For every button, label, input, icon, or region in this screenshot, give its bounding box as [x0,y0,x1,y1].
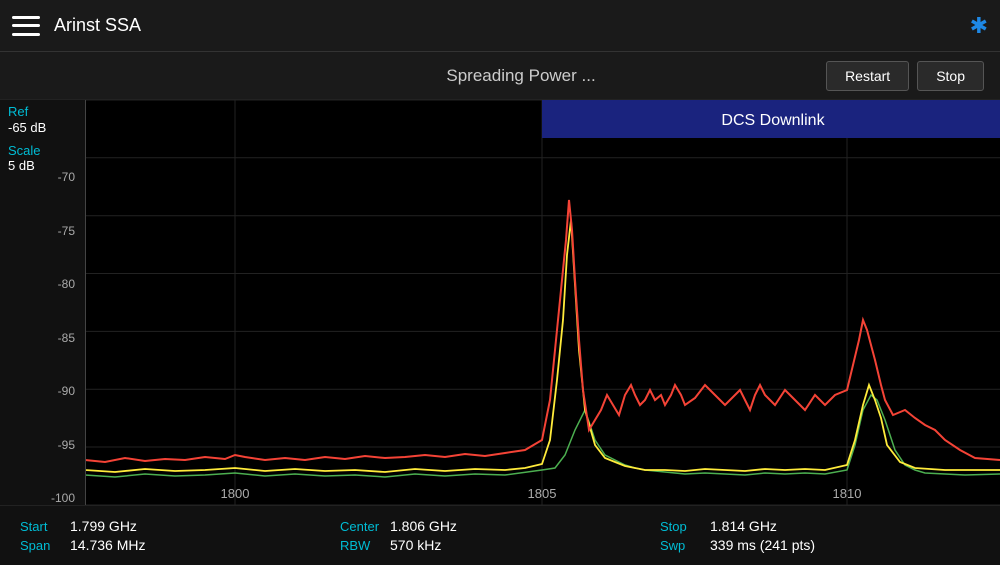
swp-val: 339 ms (241 pts) [710,537,815,553]
rbw-key: RBW [340,538,382,553]
stop-val: 1.814 GHz [710,518,777,534]
restart-button[interactable]: Restart [826,61,909,91]
y-axis-labels: Ref -65 dB Scale 5 dB -70 -75 -80 -85 -9… [0,100,85,505]
swp-key: Swp [660,538,702,553]
main-area: Ref -65 dB Scale 5 dB -70 -75 -80 -85 -9… [0,100,1000,505]
db-tick-100: -100 [0,491,81,505]
x-label-1800: 1800 [221,486,250,501]
chart-container: DCS Downlink 1800 1805 1810 [85,100,1000,505]
start-key: Start [20,519,62,534]
db-tick-90: -90 [0,384,81,398]
db-tick-70: -70 [0,170,81,184]
start-group: Start 1.799 GHz Span 14.736 MHz [20,518,340,553]
stop-group: Stop 1.814 GHz Swp 339 ms (241 pts) [660,518,980,553]
app-title: Arinst SSA [54,15,970,36]
db-tick-95: -95 [0,438,81,452]
header: Arinst SSA ✱ [0,0,1000,52]
stop-key: Stop [660,519,702,534]
span-val: 14.736 MHz [70,537,145,553]
band-label: DCS Downlink [721,112,825,129]
toolbar-title: Spreading Power ... [216,66,826,86]
ref-value: -65 dB [0,120,85,135]
menu-icon[interactable] [12,16,40,36]
chart-svg: DCS Downlink 1800 1805 1810 [85,100,1000,505]
toolbar-buttons: Restart Stop [826,61,984,91]
ref-label: Ref [0,100,85,120]
db-tick-85: -85 [0,331,81,345]
bluetooth-icon: ✱ [970,13,988,39]
center-val: 1.806 GHz [390,518,457,534]
span-key: Span [20,538,62,553]
db-tick-75: -75 [0,224,81,238]
toolbar: Spreading Power ... Restart Stop [0,52,1000,100]
db-tick-80: -80 [0,277,81,291]
x-label-1810: 1810 [833,486,862,501]
rbw-val: 570 kHz [390,537,441,553]
center-key: Center [340,519,382,534]
stop-button[interactable]: Stop [917,61,984,91]
x-label-1805: 1805 [528,486,557,501]
db-axis: -70 -75 -80 -85 -90 -95 -100 [0,170,85,505]
center-group: Center 1.806 GHz RBW 570 kHz [340,518,660,553]
info-bar: Start 1.799 GHz Span 14.736 MHz Center 1… [0,505,1000,565]
scale-label: Scale [0,135,85,159]
start-val: 1.799 GHz [70,518,137,534]
